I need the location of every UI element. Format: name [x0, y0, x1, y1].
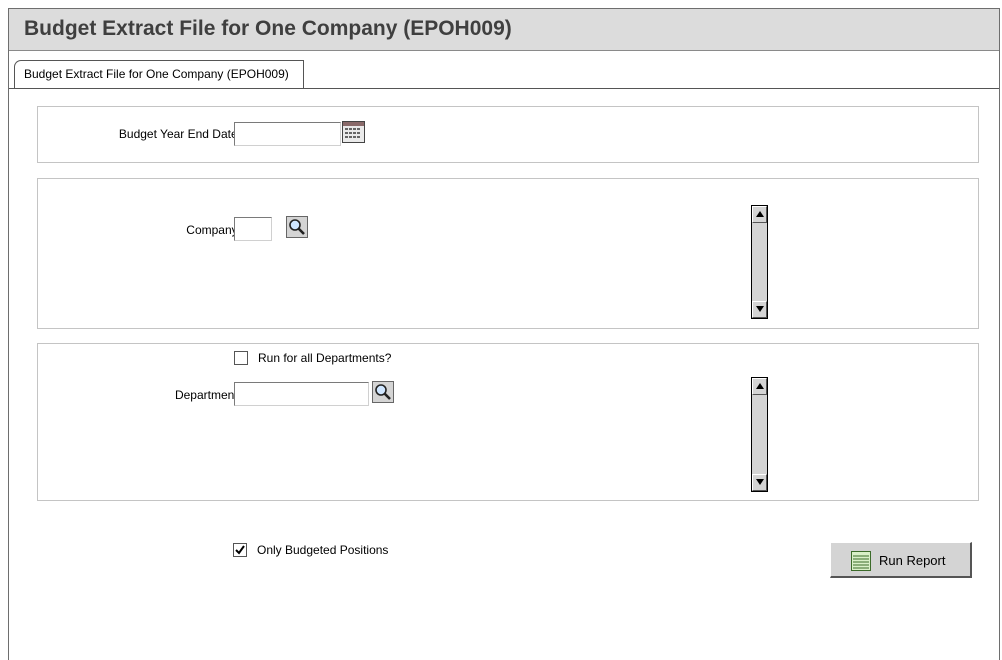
scroll-down-arrow-icon[interactable]	[752, 474, 767, 491]
run-report-button[interactable]: Run Report	[830, 542, 972, 578]
department-input[interactable]	[234, 382, 369, 406]
calendar-icon[interactable]	[342, 121, 365, 146]
title-bar: Budget Extract File for One Company (EPO…	[9, 9, 999, 51]
run-all-departments-label: Run for all Departments?	[258, 351, 392, 365]
company-input[interactable]	[234, 217, 272, 241]
checkmark-icon	[235, 545, 245, 555]
department-list-scrollbar[interactable]	[751, 377, 768, 492]
company-group: Company:	[37, 178, 979, 329]
company-lookup-search-icon[interactable]	[286, 216, 308, 241]
company-list-scrollbar[interactable]	[751, 205, 768, 319]
company-label: Company:	[186, 223, 241, 237]
scroll-up-arrow-icon[interactable]	[752, 206, 767, 223]
scroll-down-arrow-icon[interactable]	[752, 301, 767, 318]
budget-year-end-date-input[interactable]	[234, 122, 341, 146]
budget-year-end-label: Budget Year End Date:	[118, 127, 241, 141]
only-budgeted-positions-label: Only Budgeted Positions	[257, 543, 389, 557]
tab-budget-extract[interactable]: Budget Extract File for One Company (EPO…	[14, 60, 304, 88]
department-label: Department:	[174, 388, 241, 402]
report-icon	[851, 551, 871, 574]
only-budgeted-positions-checkbox[interactable]	[233, 543, 247, 557]
run-all-departments-checkbox[interactable]	[234, 351, 248, 365]
scroll-up-arrow-icon[interactable]	[752, 378, 767, 395]
department-group: Run for all Departments? Department:	[37, 343, 979, 501]
page-title: Budget Extract File for One Company (EPO…	[24, 17, 512, 40]
department-lookup-search-icon[interactable]	[372, 381, 394, 406]
run-report-label: Run Report	[879, 553, 946, 568]
tab-divider	[9, 88, 999, 89]
report-window: Budget Extract File for One Company (EPO…	[8, 8, 1000, 660]
budget-year-group: Budget Year End Date:	[37, 106, 979, 163]
